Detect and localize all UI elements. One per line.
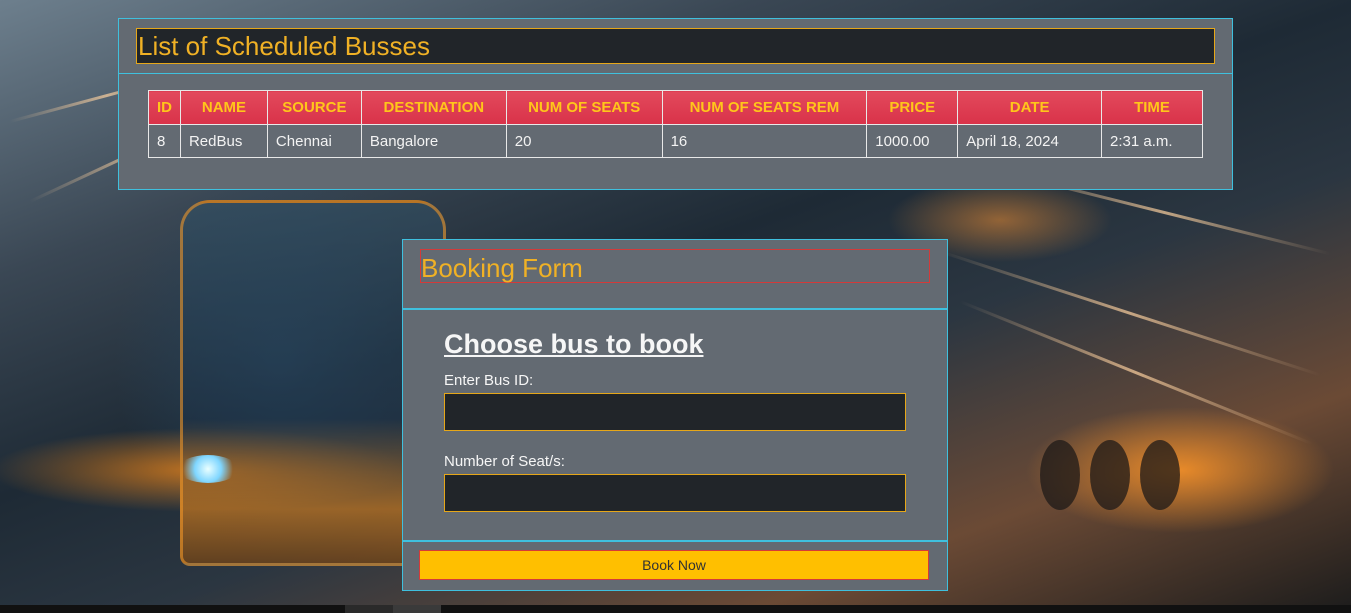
column-header-num-seats-rem: NUM OF SEATS REM: [661, 90, 868, 125]
table-header-row: ID NAME SOURCE DESTINATION NUM OF SEATS …: [148, 90, 1203, 125]
column-header-num-seats: NUM OF SEATS: [505, 90, 663, 125]
cell-name: RedBus: [179, 124, 268, 158]
booking-form-footer: Book Now: [403, 540, 947, 590]
column-header-time: TIME: [1101, 90, 1203, 125]
cell-date: April 18, 2024: [957, 124, 1103, 158]
busses-table: ID NAME SOURCE DESTINATION NUM OF SEATS …: [148, 90, 1203, 158]
taskbar-tab[interactable]: [393, 605, 441, 613]
cell-source: Chennai: [266, 124, 362, 158]
scheduled-busses-header: List of Scheduled Busses: [119, 19, 1232, 74]
cell-num-seats: 20: [505, 124, 663, 158]
bus-headlight-graphic: [178, 455, 238, 483]
seats-label: Number of Seat/s:: [444, 453, 565, 470]
column-header-name: NAME: [179, 90, 268, 125]
table-row: 8 RedBus Chennai Bangalore 20 16 1000.00…: [148, 124, 1203, 158]
cell-id: 8: [148, 124, 181, 158]
column-header-source: SOURCE: [266, 90, 362, 125]
seats-input[interactable]: [444, 474, 906, 512]
scheduled-busses-title: List of Scheduled Busses: [136, 28, 1215, 64]
booking-form-title: Booking Form: [420, 249, 930, 283]
column-header-date: DATE: [957, 90, 1103, 125]
bus-id-input[interactable]: [444, 393, 906, 431]
booking-form-panel: Booking Form Choose bus to book Enter Bu…: [402, 239, 948, 591]
booking-form-header: Booking Form: [403, 240, 947, 310]
cell-price: 1000.00: [866, 124, 959, 158]
bottom-taskbar: [0, 605, 1351, 613]
taskbar-tab[interactable]: [345, 605, 393, 613]
booking-form-body: Choose bus to book Enter Bus ID: Number …: [444, 328, 908, 534]
column-header-id: ID: [148, 90, 181, 125]
column-header-destination: DESTINATION: [360, 90, 507, 125]
cell-time: 2:31 a.m.: [1101, 124, 1203, 158]
column-header-price: PRICE: [866, 90, 959, 125]
cell-num-seats-rem: 16: [661, 124, 868, 158]
bus-id-label: Enter Bus ID:: [444, 372, 534, 389]
cell-destination: Bangalore: [360, 124, 507, 158]
choose-bus-heading: Choose bus to book: [444, 329, 704, 359]
book-now-button[interactable]: Book Now: [419, 550, 929, 580]
scheduled-busses-panel: List of Scheduled Busses ID NAME SOURCE …: [118, 18, 1233, 190]
